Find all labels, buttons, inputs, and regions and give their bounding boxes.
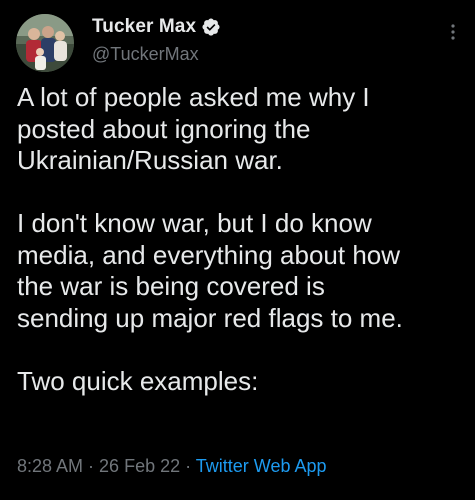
tweet-text-line: Two quick examples: <box>17 365 259 396</box>
tweet-meta: 8:28 AM · 26 Feb 22 · Twitter Web App <box>17 456 327 477</box>
tweet-text-line: I don't know war, but I do know <box>17 208 372 238</box>
avatar[interactable] <box>16 14 74 72</box>
author-display-name[interactable]: Tucker Max <box>92 16 196 38</box>
tweet-text: A lot of people asked me why I posted ab… <box>17 82 465 397</box>
tweet-time[interactable]: 8:28 AM <box>17 456 83 476</box>
more-options-icon[interactable] <box>445 22 461 42</box>
tweet-text-line: the war is being covered is <box>17 271 325 301</box>
author-handle[interactable]: @TuckerMax <box>92 44 199 65</box>
tweet-source-link[interactable]: Twitter Web App <box>196 456 327 476</box>
tweet-text-line: Ukrainian/Russian war. <box>17 145 283 175</box>
meta-separator: · <box>180 456 196 476</box>
tweet-text-line: sending up major red flags to me. <box>17 302 403 333</box>
tweet: Tucker Max @TuckerMax A lot of people as… <box>0 0 475 500</box>
author-name-row[interactable]: Tucker Max <box>92 16 221 38</box>
tweet-text-line: media, and everything about how <box>17 239 401 270</box>
verified-badge-icon <box>201 17 221 37</box>
tweet-text-line: posted about ignoring the <box>17 113 311 144</box>
tweet-date[interactable]: 26 Feb 22 <box>99 456 180 476</box>
meta-separator: · <box>83 456 100 476</box>
tweet-text-line: A lot of people asked me why I <box>17 82 370 112</box>
